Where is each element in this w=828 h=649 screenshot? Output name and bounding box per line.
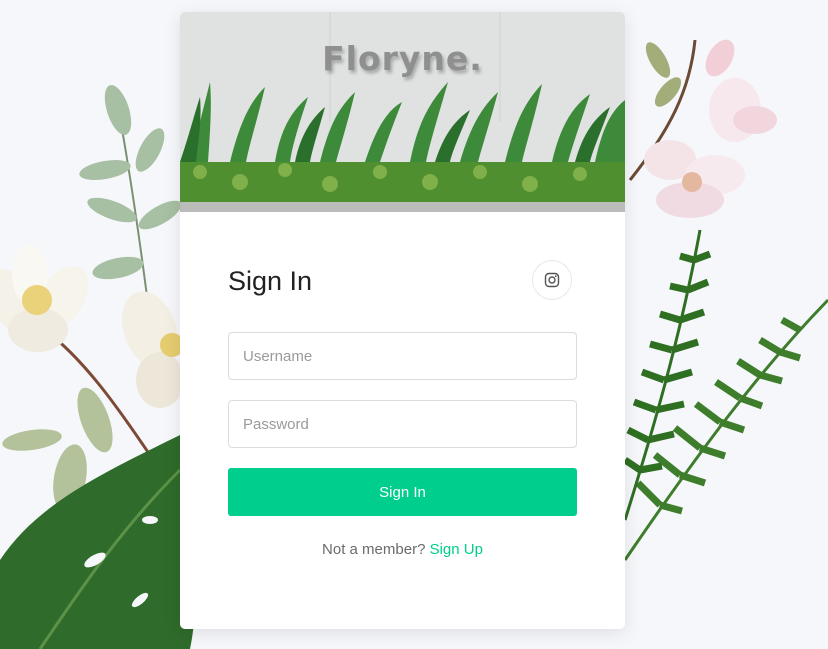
pink-magnolia-flower — [644, 140, 745, 218]
fern-frond — [623, 229, 712, 521]
white-magnolia-flower — [121, 291, 184, 408]
fern-frond — [623, 298, 828, 561]
login-page: Floryne. Sign In Sign In Not a member? S… — [0, 0, 828, 649]
signin-heading: Sign In — [228, 266, 313, 296]
instagram-icon — [544, 272, 560, 288]
username-input[interactable] — [228, 332, 577, 380]
signup-prompt: Not a member? Sign Up — [180, 541, 625, 558]
password-input[interactable] — [228, 400, 577, 448]
signup-prompt-text: Not a member? — [322, 541, 426, 558]
brand-logo: Floryne. — [322, 39, 483, 78]
signup-link[interactable]: Sign Up — [430, 541, 483, 558]
pink-magnolia-flower — [705, 39, 777, 142]
hero-image: Floryne. — [180, 12, 625, 212]
eucalyptus-sprig — [79, 85, 182, 321]
monstera-leaf — [0, 430, 198, 649]
signin-card: Floryne. Sign In Sign In Not a member? S… — [180, 12, 625, 629]
signin-button[interactable]: Sign In — [228, 468, 577, 516]
instagram-button[interactable] — [532, 260, 572, 300]
white-magnolia-flower — [0, 245, 89, 352]
